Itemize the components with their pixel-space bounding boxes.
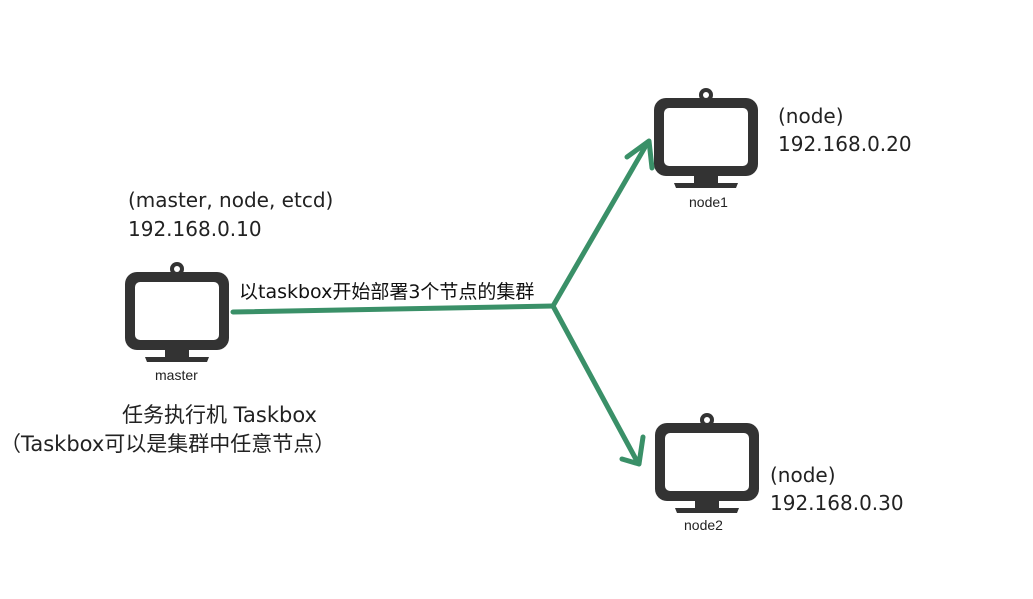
edge-hub-node2 <box>550 303 641 466</box>
node1-monitor-icon <box>654 88 758 188</box>
node1-host-label: node1 <box>689 194 728 210</box>
node1-roles: (node) <box>778 104 844 128</box>
node2-monitor-icon <box>655 413 759 513</box>
edge-master-hub <box>230 303 556 315</box>
edge-hub-node1 <box>550 139 651 309</box>
caption-line2: （Taskbox可以是集群中任意节点） <box>0 432 336 456</box>
master-host-label: master <box>155 367 198 383</box>
master-roles: (master, node, etcd) <box>128 188 334 212</box>
node2-roles: (node) <box>770 463 836 487</box>
master-monitor-icon <box>125 262 229 362</box>
edge-label: 以taskbox开始部署3个节点的集群 <box>239 281 535 303</box>
caption-line1: 任务执行机 Taskbox <box>122 403 317 427</box>
master-ip: 192.168.0.10 <box>128 217 262 241</box>
node1-ip: 192.168.0.20 <box>778 132 912 156</box>
node2-ip: 192.168.0.30 <box>770 491 904 515</box>
node2-host-label: node2 <box>684 517 723 533</box>
